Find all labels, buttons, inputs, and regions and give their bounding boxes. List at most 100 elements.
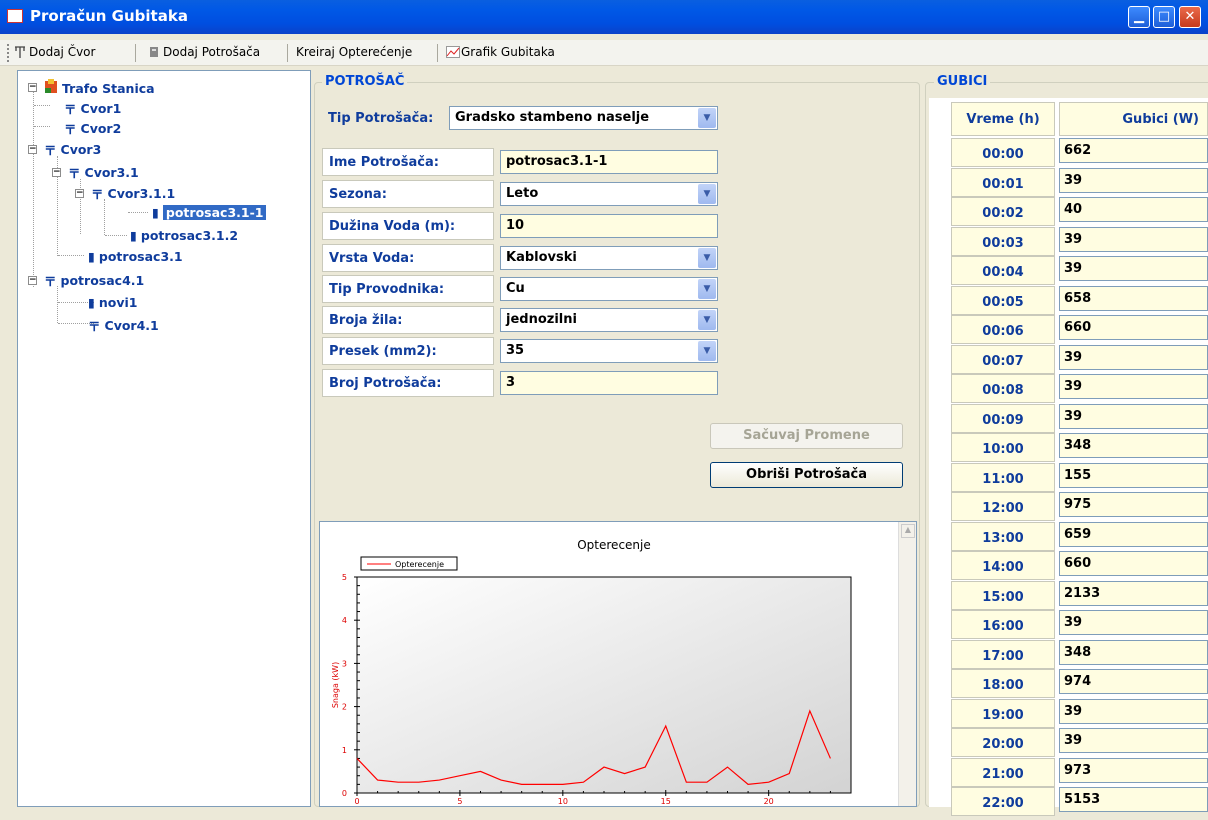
save-changes-button[interactable]: Sačuvaj Promene: [710, 423, 903, 449]
field-label: Ime Potrošača:: [322, 148, 494, 176]
loss-table-row[interactable]: 00:01 39: [929, 167, 1208, 198]
field-input[interactable]: 10: [500, 214, 718, 238]
maximize-button[interactable]: □: [1153, 6, 1175, 28]
loss-cell[interactable]: 39: [1059, 344, 1208, 370]
loss-table-row[interactable]: 17:00 348: [929, 639, 1208, 670]
loss-cell[interactable]: 40: [1059, 197, 1208, 222]
loss-cell[interactable]: 39: [1059, 728, 1208, 753]
consumer-type-select[interactable]: Gradsko stambeno naselje ▼: [449, 106, 718, 130]
loss-cell[interactable]: 39: [1059, 698, 1208, 724]
delete-consumer-button[interactable]: Obriši Potrošača: [710, 462, 903, 488]
field-select[interactable]: 35 ▼: [500, 339, 718, 363]
time-column-header[interactable]: Vreme (h): [951, 102, 1055, 136]
loss-cell[interactable]: 39: [1059, 374, 1208, 399]
tree-node-cvor3[interactable]: 〒 Cvor3: [44, 140, 101, 159]
field-input[interactable]: potrosac3.1-1: [500, 150, 718, 174]
field-select[interactable]: Kablovski ▼: [500, 246, 718, 270]
loss-table-row[interactable]: 12:00 975: [929, 492, 1208, 522]
loss-cell[interactable]: 348: [1059, 639, 1208, 665]
loss-cell[interactable]: 2133: [1059, 580, 1208, 606]
chevron-down-icon[interactable]: ▼: [698, 184, 716, 204]
tree-node-cvor4-1[interactable]: 〒 Cvor4.1: [88, 316, 159, 335]
loss-cell[interactable]: 974: [1059, 669, 1208, 694]
chevron-down-icon[interactable]: ▼: [698, 248, 716, 268]
loss-cell[interactable]: 155: [1059, 462, 1208, 488]
load-chart-svg: Opterecenje Opterecenje 0 1 2 3 4 5 0 5 10 15 20 Snag…: [331, 538, 852, 806]
losses-grid[interactable]: Vreme (h) Gubici (W) 00:00 662 00:01 39 00:0…: [929, 98, 1208, 816]
tree-node-potrosac3-1-1[interactable]: ▮ potrosac3.1-1: [152, 205, 267, 220]
loss-table-row[interactable]: 00:04 39: [929, 256, 1208, 286]
loss-table-row[interactable]: 10:00 348: [929, 433, 1208, 463]
chart-scrollbar[interactable]: ▲: [898, 522, 916, 806]
chevron-down-icon[interactable]: ▼: [698, 310, 716, 330]
time-cell: 00:08: [951, 374, 1055, 403]
loss-cell[interactable]: 660: [1059, 315, 1208, 340]
chevron-down-icon[interactable]: ▼: [698, 279, 716, 299]
y-tick-label: 5: [342, 573, 347, 582]
loss-cell[interactable]: 348: [1059, 433, 1208, 458]
network-tree[interactable]: − Trafo Stanica 〒 Cvor1 〒 Cvor2 − 〒 Cvor3 −…: [17, 70, 311, 807]
chevron-down-icon[interactable]: ▼: [698, 108, 716, 128]
loss-table-row[interactable]: 14:00 660: [929, 551, 1208, 581]
tree-node-potrosac3-1[interactable]: ▮ potrosac3.1: [88, 249, 183, 264]
tree-node-trafo-stanica[interactable]: Trafo Stanica: [44, 79, 155, 97]
collapse-toggle[interactable]: −: [28, 276, 37, 285]
consumer-field-row: Broja žila: jednozilni ▼: [322, 306, 718, 334]
loss-cell[interactable]: 39: [1059, 226, 1208, 252]
field-value: Cu: [506, 281, 525, 296]
tree-node-cvor3-1[interactable]: 〒 Cvor3.1: [68, 163, 139, 182]
loss-table-row[interactable]: 15:00 2133: [929, 580, 1208, 611]
field-select[interactable]: Leto ▼: [500, 182, 718, 206]
tree-node-potrosac3-1-2[interactable]: ▮ potrosac3.1.2: [130, 228, 238, 243]
collapse-toggle[interactable]: −: [75, 189, 84, 198]
loss-table-row[interactable]: 20:00 39: [929, 728, 1208, 758]
loss-table-row[interactable]: 00:08 39: [929, 374, 1208, 404]
loss-table-row[interactable]: 22:00 5153: [929, 787, 1208, 817]
loss-table-row[interactable]: 00:03 39: [929, 226, 1208, 257]
loss-chart-button[interactable]: Grafik Gubitaka: [446, 45, 555, 59]
loss-table-row[interactable]: 18:00 974: [929, 669, 1208, 699]
time-cell: 10:00: [951, 433, 1055, 462]
field-select[interactable]: jednozilni ▼: [500, 308, 718, 332]
loss-column-header[interactable]: Gubici (W): [1059, 102, 1208, 136]
loss-cell[interactable]: 39: [1059, 167, 1208, 193]
loss-table-row[interactable]: 11:00 155: [929, 462, 1208, 493]
loss-cell[interactable]: 5153: [1059, 787, 1208, 812]
tree-node-cvor2[interactable]: 〒 Cvor2: [64, 119, 121, 138]
field-select[interactable]: Cu ▼: [500, 277, 718, 301]
loss-cell[interactable]: 39: [1059, 403, 1208, 429]
chevron-down-icon[interactable]: ▼: [698, 341, 716, 361]
loss-table-row[interactable]: 21:00 973: [929, 757, 1208, 788]
loss-table-row[interactable]: 19:00 39: [929, 698, 1208, 729]
loss-cell[interactable]: 660: [1059, 551, 1208, 576]
minimize-button[interactable]: ▁: [1128, 6, 1150, 28]
add-consumer-button[interactable]: Dodaj Potrošača: [148, 45, 260, 59]
add-node-button[interactable]: Dodaj Čvor: [14, 45, 95, 59]
field-input[interactable]: 3: [500, 371, 718, 395]
tree-node-potrosac4-1[interactable]: 〒 potrosac4.1: [44, 271, 144, 290]
tree-node-cvor1[interactable]: 〒 Cvor1: [64, 99, 121, 118]
loss-table-row[interactable]: 00:07 39: [929, 344, 1208, 375]
chevron-up-icon[interactable]: ▲: [901, 524, 915, 538]
loss-table-row[interactable]: 16:00 39: [929, 610, 1208, 640]
loss-cell[interactable]: 39: [1059, 256, 1208, 281]
create-load-button[interactable]: Kreiraj Opterećenje: [296, 45, 412, 59]
close-button[interactable]: ✕: [1179, 6, 1201, 28]
loss-cell[interactable]: 662: [1059, 138, 1208, 163]
loss-table-row[interactable]: 00:02 40: [929, 197, 1208, 227]
tree-node-novi1[interactable]: ▮ novi1: [88, 295, 138, 310]
tree-node-cvor3-1-1[interactable]: 〒 Cvor3.1.1: [91, 184, 175, 203]
collapse-toggle[interactable]: −: [28, 83, 37, 92]
loss-table-row[interactable]: 00:05 658: [929, 285, 1208, 316]
collapse-toggle[interactable]: −: [52, 168, 61, 177]
loss-cell[interactable]: 39: [1059, 610, 1208, 635]
loss-table-row[interactable]: 13:00 659: [929, 521, 1208, 552]
loss-cell[interactable]: 973: [1059, 757, 1208, 783]
loss-cell[interactable]: 659: [1059, 521, 1208, 547]
loss-table-row[interactable]: 00:06 660: [929, 315, 1208, 345]
loss-table-row[interactable]: 00:00 662: [929, 138, 1208, 168]
loss-cell[interactable]: 975: [1059, 492, 1208, 517]
collapse-toggle[interactable]: −: [28, 145, 37, 154]
loss-cell[interactable]: 658: [1059, 285, 1208, 311]
loss-table-row[interactable]: 00:09 39: [929, 403, 1208, 434]
